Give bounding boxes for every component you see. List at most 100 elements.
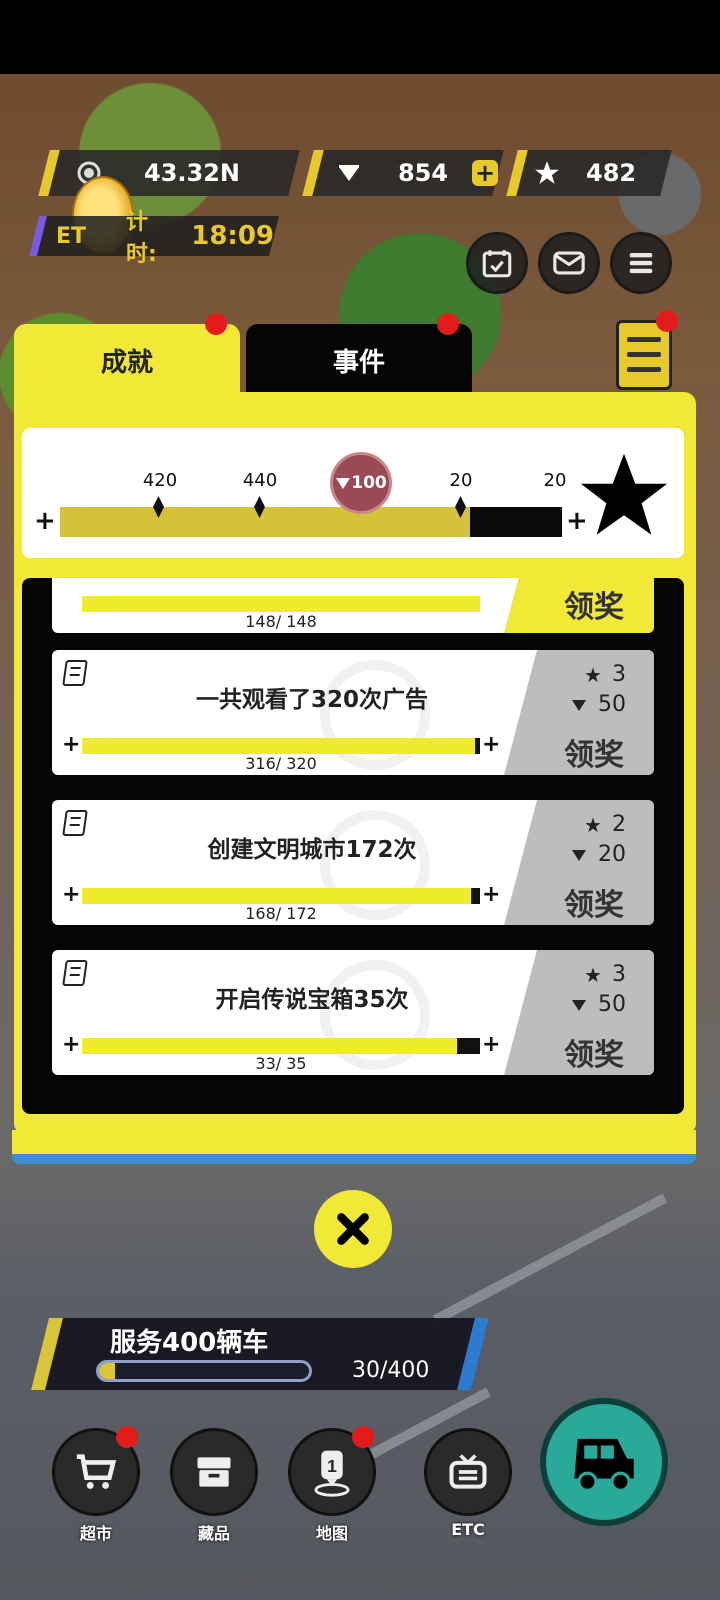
star-counter: 482 xyxy=(506,150,672,196)
star-icon xyxy=(534,160,560,186)
achievement-card: 一共观看了320次广告 + + 316/ 320 ★ 3 50 领奖 xyxy=(52,650,654,775)
nav-map-label: 地图 xyxy=(315,1524,348,1543)
claim-button[interactable]: 领奖 xyxy=(564,582,624,626)
achievements-notification-dot xyxy=(205,313,227,335)
achievement-progress-fill xyxy=(82,596,480,612)
achievement-count: 148/ 148 xyxy=(245,612,317,631)
close-icon xyxy=(337,1213,369,1245)
box-icon xyxy=(197,1457,231,1487)
achievement-progress-bar xyxy=(82,888,480,904)
star-icon: ★ xyxy=(584,812,602,837)
timer-label-suffix: 计时: xyxy=(126,210,157,267)
star-reward-amount: 2 xyxy=(612,812,626,837)
tab-achievements-label: 成就 xyxy=(100,347,153,378)
claim-button[interactable]: 领奖 xyxy=(564,730,624,774)
gem-icon xyxy=(336,160,362,186)
milestone-plus-left: + xyxy=(34,506,56,536)
achievement-progress-fill xyxy=(82,888,471,904)
gem-amount: 854 xyxy=(397,159,449,187)
gem-reward-amount: 20 xyxy=(598,842,626,867)
star-icon: ★ xyxy=(584,962,602,987)
close-button[interactable] xyxy=(314,1190,392,1268)
gem-icon xyxy=(568,693,590,717)
achievement-progress-bar xyxy=(82,1038,480,1054)
gem-reward-amount: 50 xyxy=(598,992,626,1017)
milestone-label: 440 xyxy=(242,470,278,491)
gem-icon xyxy=(568,843,590,867)
hamburger-menu-icon xyxy=(629,253,653,274)
quest-title: 服务400辆车 xyxy=(110,1328,269,1358)
achievement-count: 33/ 35 xyxy=(255,1054,307,1073)
nav-collection-button[interactable] xyxy=(170,1428,258,1516)
nav-etc-label: ETC xyxy=(451,1520,485,1539)
star-reward: ★ 3 xyxy=(582,662,626,687)
event-timer: ET 计时: 18:09 xyxy=(29,210,279,267)
mail-button[interactable] xyxy=(538,232,600,294)
claim-button[interactable]: 领奖 xyxy=(564,880,624,924)
tab-events-label: 事件 xyxy=(332,347,385,378)
milestone-label: 20 xyxy=(449,470,473,491)
big-star-icon xyxy=(580,453,668,535)
plus-icon: + xyxy=(482,1032,501,1057)
tab-events[interactable]: 事件 xyxy=(246,324,472,396)
star-reward-amount: 3 xyxy=(612,662,626,687)
main-vehicle-button[interactable] xyxy=(540,1398,668,1526)
star-amount: 482 xyxy=(586,159,637,187)
notepad-line xyxy=(627,367,661,372)
achievement-card: 148/ 148 领奖 xyxy=(52,578,654,633)
cart-icon xyxy=(76,1454,117,1489)
achievement-title: 一共观看了320次广告 xyxy=(195,687,428,713)
claim-button[interactable]: 领奖 xyxy=(564,1030,624,1074)
calendar-check-icon xyxy=(482,250,512,278)
tv-icon xyxy=(449,1454,487,1489)
document-icon xyxy=(62,660,88,686)
quest-progress-bar xyxy=(96,1360,312,1382)
map-level-number: 1 xyxy=(327,1456,337,1476)
notepad-line xyxy=(627,352,661,357)
add-gems-button[interactable]: + xyxy=(472,159,498,187)
milestone-label: 100 xyxy=(351,473,387,493)
milestone-track-remaining xyxy=(470,507,562,537)
gem-milestone-medal[interactable]: 100 xyxy=(330,452,392,514)
document-icon xyxy=(62,960,88,986)
tab-achievements[interactable]: 成就 xyxy=(14,324,240,396)
quest-progress-fill xyxy=(99,1363,115,1379)
map-notification-dot xyxy=(352,1426,374,1448)
achievement-progress-bar xyxy=(82,596,480,612)
nav-supermarket-label: 超市 xyxy=(79,1524,112,1543)
achievement-card: 创建文明城市172次 + + 168/ 172 ★ 2 20 领奖 xyxy=(52,800,654,925)
notepad-line xyxy=(627,337,661,342)
nav-collection-label: 藏品 xyxy=(197,1524,230,1543)
achievement-count: 316/ 320 xyxy=(245,754,317,773)
coin-counter: 43.32N xyxy=(38,150,300,196)
coin-amount: 43.32N xyxy=(144,159,240,187)
achievement-count: 168/ 172 xyxy=(245,904,317,923)
plus-icon: + xyxy=(62,732,81,757)
milestone-label: 20 xyxy=(543,470,567,491)
achievement-progress-fill xyxy=(82,738,476,754)
road-marking xyxy=(432,1193,668,1325)
status-bar-area xyxy=(0,0,720,74)
map-pin-icon: 1 xyxy=(314,1450,350,1497)
gem-reward: 20 xyxy=(568,842,626,867)
panel-bottom-edge xyxy=(12,1130,696,1164)
gem-reward: 50 xyxy=(568,692,626,717)
gem-reward-amount: 50 xyxy=(598,692,626,717)
notepad-notification-dot xyxy=(656,310,678,332)
star-reward: ★ 2 xyxy=(582,812,626,837)
plus-icon: + xyxy=(482,732,501,757)
calendar-button[interactable] xyxy=(466,232,528,294)
achievement-list[interactable]: 148/ 148 领奖 一共观看了320次广告 + + 316/ 320 ★ 3 … xyxy=(22,578,684,1114)
timer-label-prefix: ET xyxy=(56,223,87,249)
achievement-card: 开启传说宝箱35次 + + 33/ 35 ★ 3 50 领奖 xyxy=(52,950,654,1075)
timer-value: 18:09 xyxy=(191,221,274,251)
menu-button[interactable] xyxy=(610,232,672,294)
mail-icon xyxy=(553,251,585,275)
gem-reward: 50 xyxy=(568,992,626,1017)
document-icon xyxy=(62,810,88,836)
events-notification-dot xyxy=(437,313,459,335)
milestone-label: 420 xyxy=(142,470,178,491)
gem-counter: 854 + xyxy=(302,150,504,196)
gem-icon xyxy=(336,478,351,489)
nav-etc-button[interactable] xyxy=(424,1428,512,1516)
